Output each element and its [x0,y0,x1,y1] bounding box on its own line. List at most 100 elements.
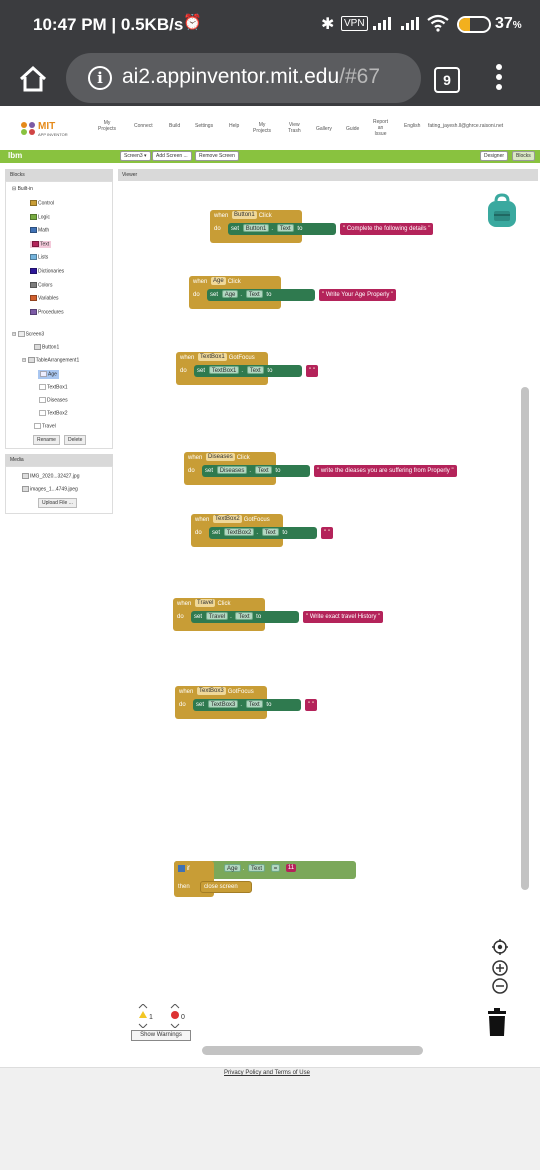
nav-settings[interactable]: Settings [195,123,213,129]
property-dropdown[interactable]: Text [245,290,263,299]
component-dropdown[interactable]: TextBox1 [208,366,240,375]
nav-my-projects-2[interactable]: My Projects [253,122,271,134]
rename-button[interactable]: Rename [33,435,60,445]
component-dropdown[interactable]: Travel [205,612,229,621]
component-diseases[interactable]: Diseases [39,397,68,404]
set-block[interactable]: set Diseases. Text to [202,465,310,477]
builtin-math[interactable]: Math [30,227,49,234]
property-dropdown[interactable]: Text [235,612,253,621]
blocks-workspace[interactable]: when Button1 Click do set Button1. Text to "… [118,181,538,1057]
close-screen-block[interactable]: close screen [204,881,238,893]
tab-count-button[interactable]: 9 [434,67,460,93]
component-dropdown[interactable]: Diseases [206,453,235,462]
text-string-block[interactable]: " Write exact travel History " [303,611,384,623]
warning-arrows: 1 0 [138,1003,185,1029]
component-dropdown[interactable]: Age [221,290,239,299]
component-dropdown[interactable]: Age [211,277,226,286]
builtin-variables[interactable]: Variables [30,295,58,302]
set-block[interactable]: set TextBox1. Text to [194,365,302,377]
component-dropdown[interactable]: TextBox1 [198,353,227,362]
component-travel[interactable]: Travel [34,423,56,430]
set-block[interactable]: set TextBox2. Text to [209,527,317,539]
nav-report-issue[interactable]: Report an Issue [373,119,388,137]
property-dropdown[interactable]: Text [245,700,263,709]
component-dropdown[interactable]: Diseases [216,466,248,475]
media-file-2[interactable]: images_1...4749.jpeg [22,486,78,493]
screen-node[interactable]: ⊟ Screen3 [12,331,44,338]
do-label: do [179,702,186,708]
zoom-out-icon[interactable] [492,978,508,994]
designer-button[interactable]: Designer [480,151,509,161]
overflow-menu-icon[interactable] [496,64,504,94]
remove-screen-button[interactable]: Remove Screen [195,151,239,161]
nav-connect[interactable]: Connect [134,123,153,129]
component-button1[interactable]: Button1 [34,344,59,351]
component-dropdown[interactable]: Travel [195,599,216,608]
set-block[interactable]: set TextBox3. Text to [193,699,301,711]
backpack-icon[interactable] [484,193,520,229]
set-block[interactable]: set Travel. Text to [191,611,299,623]
blocks-button[interactable]: Blocks [512,151,535,161]
nav-guide[interactable]: Guide [346,126,359,132]
text-string-block[interactable]: " " [321,527,333,539]
horizontal-scrollbar[interactable] [202,1046,423,1055]
component-age[interactable]: Age [38,370,59,380]
component-textbox2[interactable]: TextBox2 [39,410,68,417]
component-dropdown[interactable]: TextBox2 [213,515,242,524]
builtin-dictionaries[interactable]: Dictionaries [30,268,64,275]
compare-block[interactable]: Age. Text = 11 [222,863,298,875]
nav-gallery[interactable]: Gallery [316,126,332,132]
home-icon[interactable] [18,65,48,93]
property-dropdown[interactable]: Text [254,466,272,475]
address-bar[interactable]: i ai2.appinventor.mit.edu/#67 [66,53,421,103]
text-string-block[interactable]: " " [305,699,317,711]
vertical-scrollbar[interactable] [521,387,529,890]
component-dropdown[interactable]: Button1 [232,211,257,220]
builtin-node[interactable]: ⊟ Built-in [12,186,33,193]
screen-select[interactable]: Screen3 ▾ [120,151,151,161]
builtin-procedures[interactable]: Procedures [30,308,64,316]
add-screen-button[interactable]: Add Screen ... [152,151,192,161]
component-dropdown[interactable]: TextBox2 [223,528,255,537]
builtin-lists[interactable]: Lists [30,254,48,261]
zoom-controls [492,939,508,994]
component-dropdown[interactable]: Button1 [242,224,270,233]
delete-button[interactable]: Delete [64,435,87,445]
component-dropdown[interactable]: TextBox3 [197,687,226,696]
nav-my-projects[interactable]: My Projects [98,120,116,132]
blocks-panel-header: Blocks [5,169,113,181]
set-block[interactable]: set Button1. Text to [228,223,336,235]
text-string-block[interactable]: " Complete the following details " [340,223,434,235]
builtin-colors[interactable]: Colors [30,281,52,289]
text-string-block[interactable]: " Write Your Age Properly " [319,289,397,301]
privacy-policy-link[interactable]: Privacy Policy and Terms of Use [224,1070,310,1076]
if-label: if [178,863,190,875]
text-string-block[interactable]: " " [306,365,318,377]
component-textbox1[interactable]: TextBox1 [39,384,68,391]
text-string-block[interactable]: " write the dieases you are suffering fr… [314,465,457,477]
builtin-control[interactable]: Control [30,200,54,207]
do-label: do [214,226,221,232]
nav-help[interactable]: Help [229,123,239,129]
app-inventor-logo[interactable]: MIT APP INVENTOR [20,121,68,140]
property-dropdown[interactable]: Text [246,366,264,375]
builtin-logic[interactable]: Logic [30,213,50,221]
nav-language[interactable]: English [404,123,420,129]
component-tablearrangement1[interactable]: ⊟ TableArrangement1 [22,357,79,364]
property-dropdown[interactable]: Text [261,528,279,537]
zoom-in-icon[interactable] [492,960,508,976]
center-icon[interactable] [492,939,508,955]
trash-icon[interactable] [487,1008,507,1036]
nav-view-trash[interactable]: View Trash [288,122,301,134]
media-file-1[interactable]: IMG_2020...32427.jpg [22,473,79,480]
upload-file-button[interactable]: Upload File ... [38,498,77,508]
nav-build[interactable]: Build [169,123,180,129]
nav-user-email[interactable]: fating_jayesh.ll@ghrce.raisoni.net [428,123,503,129]
info-icon[interactable]: i [88,66,112,90]
set-block[interactable]: set Age. Text to [207,289,315,301]
builtin-text[interactable]: Text [30,240,52,249]
url-text[interactable]: ai2.appinventor.mit.edu/#67 [122,65,380,89]
show-warnings-button[interactable]: Show Warnings [131,1030,191,1041]
property-dropdown[interactable]: Text [276,224,294,233]
component-dropdown[interactable]: TextBox3 [207,700,239,709]
